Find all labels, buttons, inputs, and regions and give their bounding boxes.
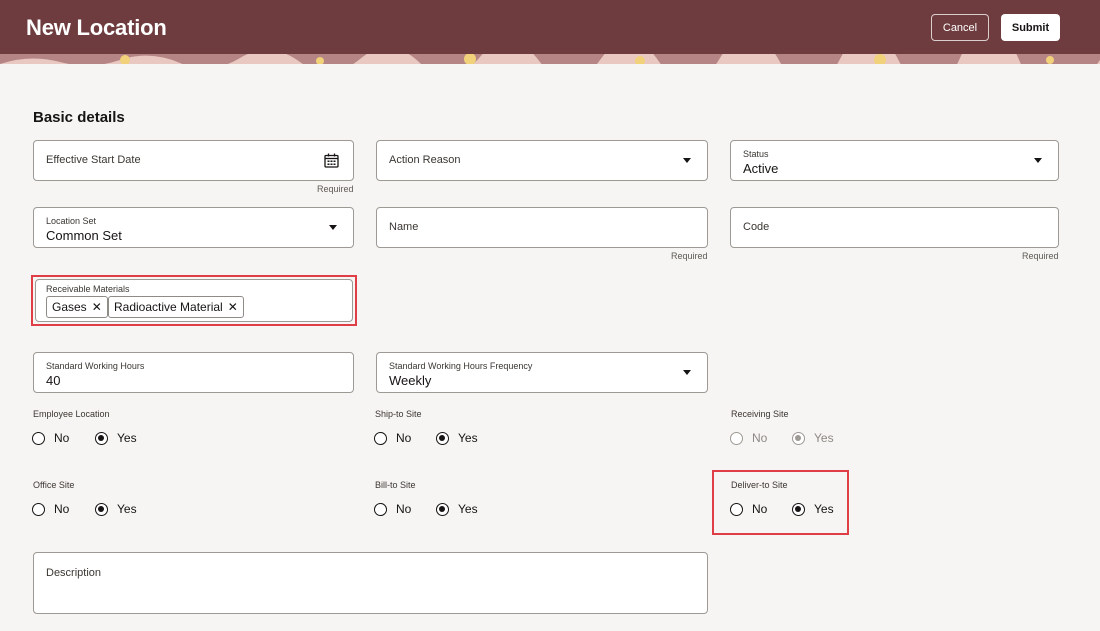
- field-value: Weekly: [389, 373, 432, 388]
- page-header: New Location Cancel Submit: [0, 0, 1100, 64]
- field-label: Action Reason: [389, 154, 461, 166]
- field-label: Standard Working Hours Frequency: [389, 361, 533, 371]
- required-hint: Required: [671, 251, 708, 261]
- field-label: Name: [389, 221, 419, 233]
- radio-circle: [95, 431, 108, 445]
- field-label: Code: [743, 221, 770, 233]
- name-field[interactable]: Name: [376, 207, 708, 248]
- remove-chip-icon[interactable]: ✕: [228, 300, 238, 314]
- section-title: Basic details: [33, 109, 125, 126]
- radio-circle: [730, 502, 743, 516]
- radio-circle: [436, 431, 449, 445]
- deliver-to-site-no-radio[interactable]: No: [730, 502, 767, 516]
- radio-label: Yes: [814, 431, 834, 445]
- deliver-to-site-yes-radio[interactable]: Yes: [792, 502, 834, 516]
- chip-gases: Gases ✕: [46, 296, 108, 318]
- radio-circle: [436, 502, 449, 516]
- employee-location-no-radio[interactable]: No: [32, 431, 69, 445]
- bill-to-site-no-radio[interactable]: No: [374, 502, 411, 516]
- radio-circle: [730, 431, 743, 445]
- deliver-to-site-label: Deliver-to Site: [731, 480, 788, 490]
- receiving-site-no-radio: No: [730, 431, 767, 445]
- page-title: New Location: [26, 15, 167, 40]
- field-label: Effective Start Date: [46, 154, 141, 166]
- radio-label: No: [54, 502, 70, 516]
- header-decorative-pattern: [0, 54, 1100, 64]
- radio-label: Yes: [814, 502, 834, 516]
- standard-working-hours-field[interactable]: Standard Working Hours 40: [33, 352, 354, 393]
- radio-label: No: [54, 431, 70, 445]
- chevron-down-icon: [683, 370, 691, 375]
- radio-label: Yes: [458, 502, 478, 516]
- calendar-icon[interactable]: [324, 153, 339, 168]
- chip-label: Gases: [52, 300, 87, 314]
- location-set-select[interactable]: Location Set Common Set: [33, 207, 354, 248]
- required-hint: Required: [317, 184, 354, 194]
- code-field[interactable]: Code: [730, 207, 1059, 248]
- office-site-label: Office Site: [33, 480, 75, 490]
- radio-circle: [95, 502, 108, 516]
- office-site-yes-radio[interactable]: Yes: [95, 502, 137, 516]
- ship-to-site-no-radio[interactable]: No: [374, 431, 411, 445]
- chevron-down-icon: [683, 158, 691, 163]
- bill-to-site-yes-radio[interactable]: Yes: [436, 502, 478, 516]
- field-value: 40: [46, 373, 61, 388]
- radio-label: Yes: [117, 431, 137, 445]
- effective-start-date-field[interactable]: Effective Start Date: [33, 140, 354, 181]
- chevron-down-icon: [329, 225, 337, 230]
- radio-circle: [792, 502, 805, 516]
- field-value: Active: [743, 161, 779, 176]
- radio-label: No: [752, 431, 768, 445]
- radio-label: No: [396, 431, 412, 445]
- description-field[interactable]: Description: [33, 552, 708, 614]
- submit-button[interactable]: Submit: [1001, 14, 1060, 41]
- status-select[interactable]: Status Active: [730, 140, 1059, 181]
- chip-radioactive-material: Radioactive Material ✕: [108, 296, 244, 318]
- field-label: Description: [46, 567, 102, 579]
- chevron-down-icon: [1034, 158, 1042, 163]
- radio-circle: [374, 431, 387, 445]
- bill-to-site-label: Bill-to Site: [375, 480, 416, 490]
- remove-chip-icon[interactable]: ✕: [92, 300, 102, 314]
- radio-circle: [32, 431, 45, 445]
- ship-to-site-label: Ship-to Site: [375, 409, 422, 419]
- chip-label: Radioactive Material: [114, 300, 223, 314]
- employee-location-label: Employee Location: [33, 409, 110, 419]
- field-label: Receivable Materials: [46, 284, 130, 294]
- radio-label: No: [752, 502, 768, 516]
- receiving-site-yes-radio: Yes: [792, 431, 834, 445]
- ship-to-site-yes-radio[interactable]: Yes: [436, 431, 478, 445]
- field-label: Standard Working Hours: [46, 361, 145, 371]
- employee-location-yes-radio[interactable]: Yes: [95, 431, 137, 445]
- radio-circle: [32, 502, 45, 516]
- field-label: Status: [743, 149, 769, 159]
- required-hint: Required: [1022, 251, 1059, 261]
- standard-working-hours-frequency-select[interactable]: Standard Working Hours Frequency Weekly: [376, 352, 708, 393]
- radio-circle: [792, 431, 805, 445]
- receivable-materials-field[interactable]: Receivable Materials Gases ✕ Radioactive…: [35, 279, 353, 322]
- cancel-button[interactable]: Cancel: [931, 14, 989, 41]
- radio-label: Yes: [117, 502, 137, 516]
- field-label: Location Set: [46, 216, 97, 226]
- field-value: Common Set: [46, 228, 122, 243]
- radio-label: No: [396, 502, 412, 516]
- action-reason-select[interactable]: Action Reason: [376, 140, 708, 181]
- radio-label: Yes: [458, 431, 478, 445]
- office-site-no-radio[interactable]: No: [32, 502, 69, 516]
- radio-circle: [374, 502, 387, 516]
- receiving-site-label: Receiving Site: [731, 409, 789, 419]
